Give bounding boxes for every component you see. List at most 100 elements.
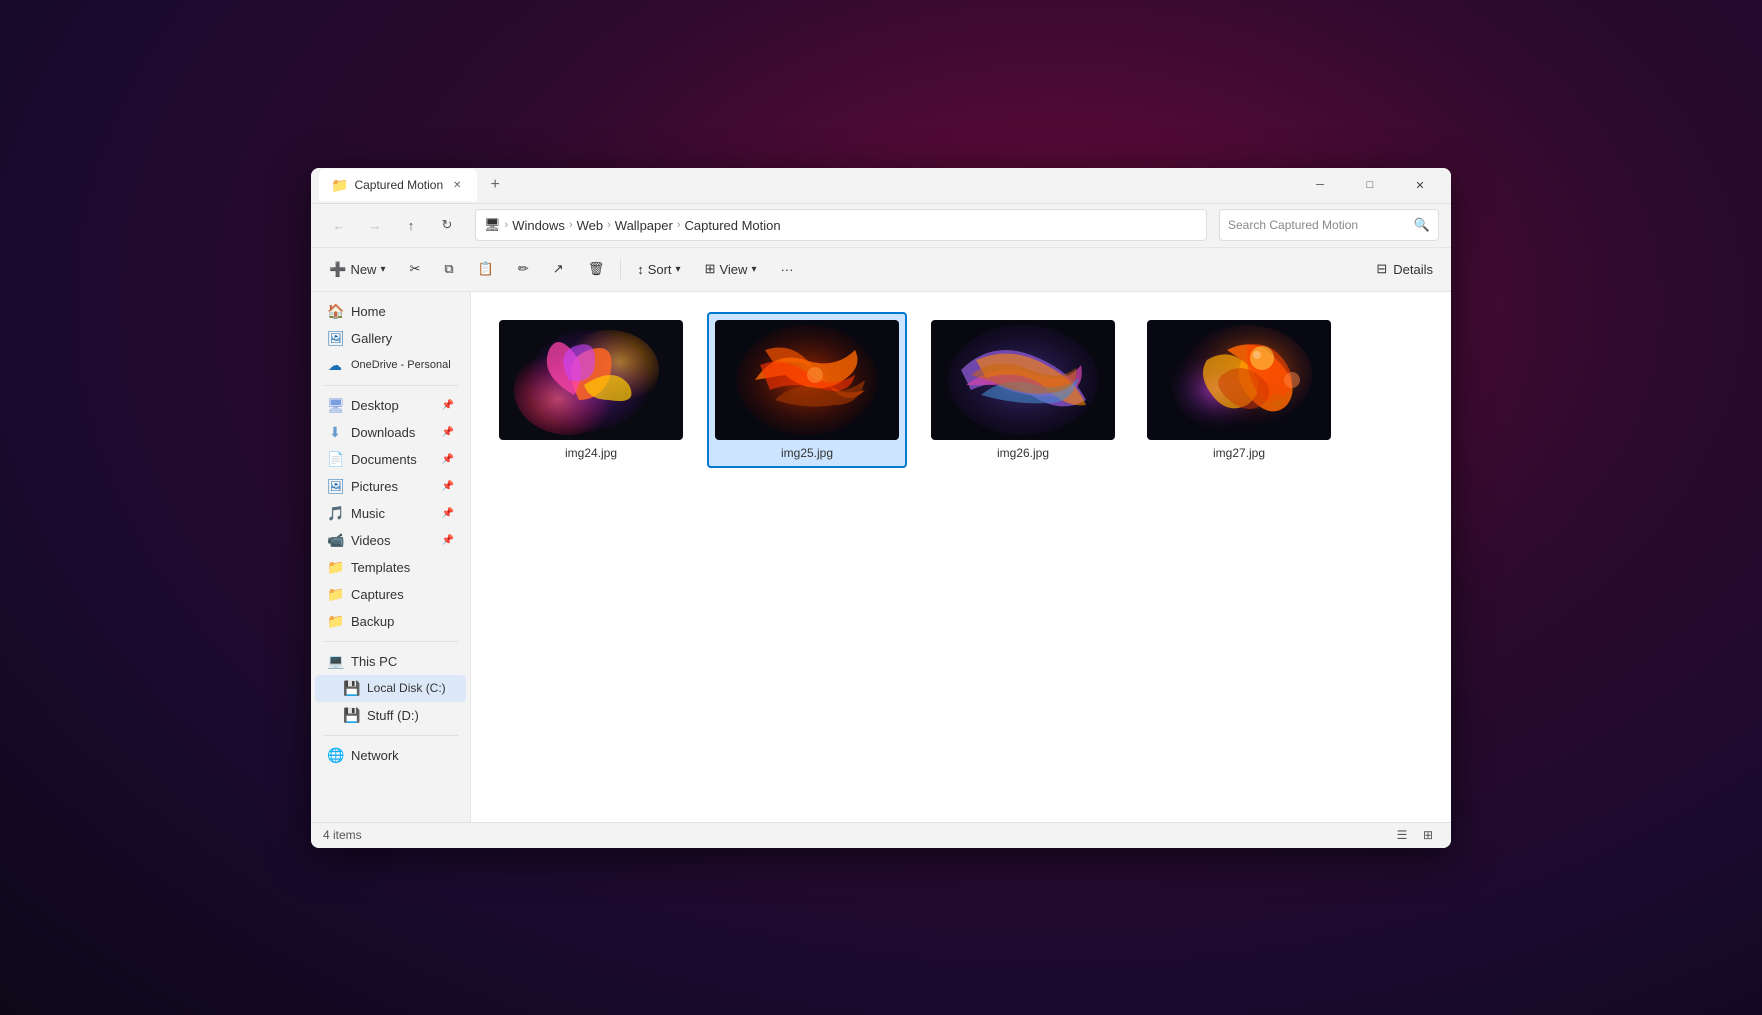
view-chevron-icon: ▾	[751, 264, 756, 275]
pin-icon: 📌	[442, 400, 454, 411]
details-button[interactable]: ⊟ Details	[1366, 261, 1443, 277]
forward-button[interactable]: →	[359, 209, 391, 241]
file-name-img27: img27.jpg	[1213, 446, 1265, 460]
delete-icon: 🗑	[588, 261, 605, 277]
sidebar-label-pictures: Pictures	[351, 479, 398, 494]
file-thumb-img26	[931, 320, 1115, 440]
cut-button[interactable]: ✂	[399, 253, 430, 285]
sidebar-label-music: Music	[351, 506, 385, 521]
sidebar-label-onedrive: OneDrive - Personal	[351, 359, 451, 371]
list-view-toggle[interactable]: ☰	[1391, 824, 1413, 846]
sidebar-item-gallery[interactable]: 🖼 Gallery	[315, 325, 466, 352]
rename-icon: ✏	[518, 261, 529, 277]
breadcrumb-item-windows[interactable]: Windows	[512, 218, 565, 233]
new-tab-button[interactable]: +	[481, 171, 509, 199]
share-button[interactable]: ↗	[543, 253, 574, 285]
pin-icon-docs: 📌	[442, 454, 454, 465]
cut-icon: ✂	[409, 261, 420, 277]
sort-icon: ↕	[637, 262, 644, 277]
file-thumb-img27	[1147, 320, 1331, 440]
close-button[interactable]: ✕	[1397, 169, 1443, 201]
sidebar-item-thispc[interactable]: 💻 This PC	[315, 648, 466, 675]
breadcrumb-item-wallpaper[interactable]: Wallpaper	[615, 218, 673, 233]
sidebar-label-captures: Captures	[351, 587, 404, 602]
sidebar-item-videos[interactable]: 📹 Videos 📌	[315, 527, 466, 554]
stuff-icon: 💾	[343, 707, 359, 724]
documents-icon: 📄	[327, 451, 343, 468]
copy-button[interactable]: ⧉	[434, 253, 463, 285]
sidebar-item-backup[interactable]: 📁 Backup	[315, 608, 466, 635]
up-button[interactable]: ↑	[395, 209, 427, 241]
onedrive-icon: ☁	[327, 357, 343, 374]
view-button[interactable]: ⊞ View ▾	[695, 253, 767, 285]
tab-close-button[interactable]: ✕	[449, 177, 465, 193]
main-content: 🏠 Home 🖼 Gallery ☁ OneDrive - Personal 🖥…	[311, 292, 1451, 822]
file-area: img24.jpg	[471, 292, 1451, 822]
sidebar-item-documents[interactable]: 📄 Documents 📌	[315, 446, 466, 473]
pin-icon-videos: 📌	[442, 535, 454, 546]
sort-button[interactable]: ↕ Sort ▾	[627, 253, 690, 285]
sidebar-label-localdisk: Local Disk (C:)	[367, 681, 446, 695]
tab-title: Captured Motion	[354, 178, 443, 192]
file-item-img26[interactable]: img26.jpg	[923, 312, 1123, 468]
sidebar-label-templates: Templates	[351, 560, 410, 575]
localdisk-icon: 💾	[343, 680, 359, 697]
sidebar-item-localdisk[interactable]: 💾 Local Disk (C:)	[315, 675, 466, 702]
sidebar-item-templates[interactable]: 📁 Templates	[315, 554, 466, 581]
minimize-button[interactable]: ─	[1297, 169, 1343, 201]
music-icon: 🎵	[327, 505, 343, 522]
breadcrumb-item-web[interactable]: Web	[577, 218, 604, 233]
active-tab[interactable]: 📁 Captured Motion ✕	[319, 169, 477, 201]
sidebar-label-network: Network	[351, 748, 399, 763]
file-item-img27[interactable]: img27.jpg	[1139, 312, 1339, 468]
sidebar-item-home[interactable]: 🏠 Home	[315, 298, 466, 325]
backup-icon: 📁	[327, 613, 343, 630]
file-item-img24[interactable]: img24.jpg	[491, 312, 691, 468]
file-name-img25: img25.jpg	[781, 446, 833, 460]
search-icon: 🔍	[1414, 217, 1430, 233]
sidebar-label-gallery: Gallery	[351, 331, 392, 346]
more-options-button[interactable]: ···	[770, 253, 803, 285]
breadcrumb-pc-icon: 🖥	[484, 217, 501, 233]
delete-button[interactable]: 🗑	[578, 253, 615, 285]
search-box[interactable]: Search Captured Motion 🔍	[1219, 209, 1439, 241]
sort-chevron-icon: ▾	[676, 264, 681, 275]
grid-view-toggle[interactable]: ⊞	[1417, 824, 1439, 846]
item-count: 4 items	[323, 828, 362, 842]
sidebar-divider-3	[323, 735, 458, 736]
breadcrumb-current: Captured Motion	[685, 218, 781, 233]
breadcrumb[interactable]: 🖥 › Windows › Web › Wallpaper › Captured…	[475, 209, 1207, 241]
templates-icon: 📁	[327, 559, 343, 576]
sidebar-label-backup: Backup	[351, 614, 394, 629]
share-icon: ↗	[553, 261, 564, 277]
folder-tab-icon: 📁	[331, 177, 348, 194]
sidebar-item-onedrive[interactable]: ☁ OneDrive - Personal	[315, 352, 466, 379]
videos-icon: 📹	[327, 532, 343, 549]
pin-icon-pic: 📌	[442, 481, 454, 492]
file-name-img24: img24.jpg	[565, 446, 617, 460]
sidebar-item-pictures[interactable]: 🖼 Pictures 📌	[315, 473, 466, 500]
refresh-button[interactable]: ↻	[431, 209, 463, 241]
paste-button[interactable]: 📋	[468, 253, 504, 285]
file-thumb-img24	[499, 320, 683, 440]
file-name-img26: img26.jpg	[997, 446, 1049, 460]
sidebar-item-stuff[interactable]: 💾 Stuff (D:)	[315, 702, 466, 729]
statusbar-view-controls: ☰ ⊞	[1391, 824, 1439, 846]
captures-icon: 📁	[327, 586, 343, 603]
maximize-button[interactable]: □	[1347, 169, 1393, 201]
details-icon: ⊟	[1376, 261, 1387, 277]
sidebar-item-desktop[interactable]: 🖥 Desktop 📌	[315, 392, 466, 419]
pin-icon-music: 📌	[442, 508, 454, 519]
new-button[interactable]: ➕ New ▾	[319, 253, 395, 285]
network-icon: 🌐	[327, 747, 343, 764]
window-controls: ─ □ ✕	[1297, 169, 1443, 201]
copy-icon: ⧉	[444, 261, 453, 277]
sidebar-item-downloads[interactable]: ⬇ Downloads 📌	[315, 419, 466, 446]
rename-button[interactable]: ✏	[508, 253, 539, 285]
sidebar-item-network[interactable]: 🌐 Network	[315, 742, 466, 769]
sidebar-item-music[interactable]: 🎵 Music 📌	[315, 500, 466, 527]
gallery-icon: 🖼	[327, 330, 343, 347]
file-item-img25[interactable]: img25.jpg	[707, 312, 907, 468]
back-button[interactable]: ←	[323, 209, 355, 241]
sidebar-item-captures[interactable]: 📁 Captures	[315, 581, 466, 608]
